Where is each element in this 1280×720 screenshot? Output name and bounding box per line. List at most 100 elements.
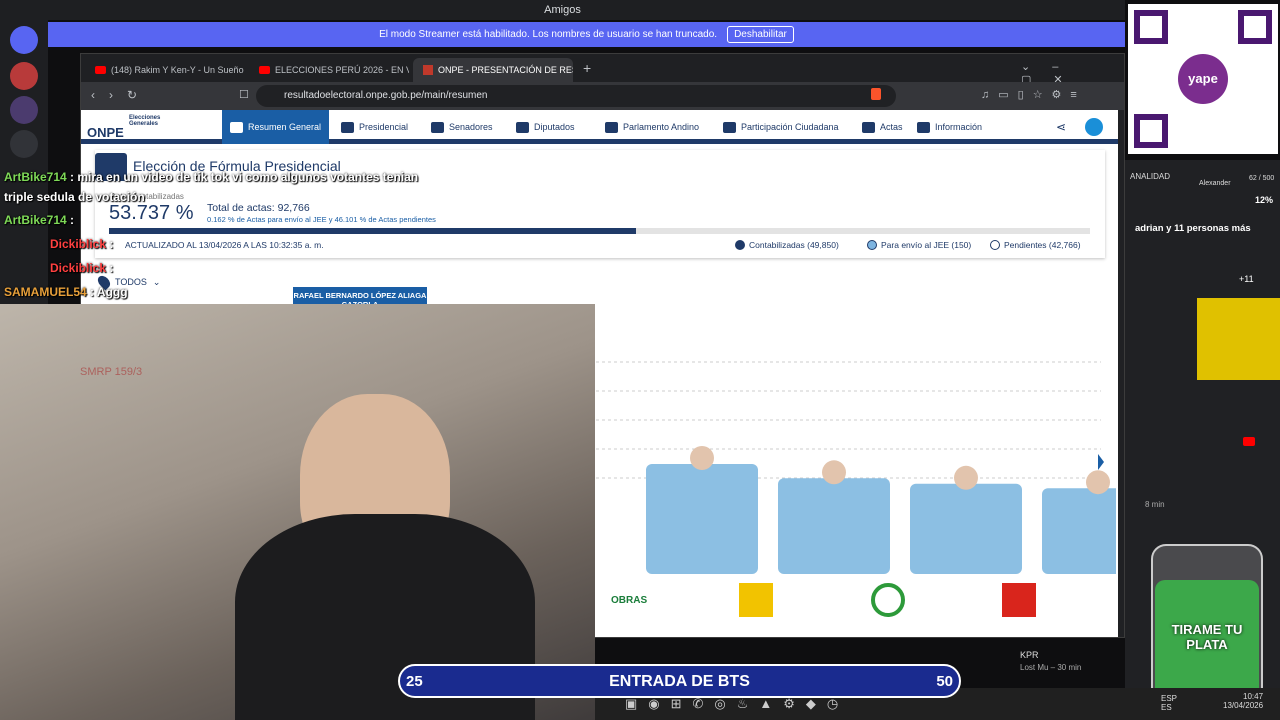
- chart-bar[interactable]: [910, 483, 1022, 574]
- address-bar-row: ‹›↻ ☐ resultadoelectoral.onpe.gob.pe/mai…: [81, 82, 1124, 110]
- legend-pendientes: Pendientes (42,766): [990, 240, 1081, 250]
- url-field[interactable]: resultadoelectoral.onpe.gob.pe/main/resu…: [256, 85, 896, 107]
- tab-label: ELECCIONES PERÚ 2026 - EN VIVO -: [275, 65, 409, 75]
- server-icon[interactable]: [10, 96, 38, 124]
- results-bar-chart: [596, 361, 1116, 574]
- legend-dot-icon: [735, 240, 745, 250]
- nav-label: Diputados: [534, 122, 575, 132]
- plus-count: +11: [1239, 274, 1254, 284]
- share-icon[interactable]: ⋖: [1056, 120, 1066, 134]
- tab-label: (148) Rakim Y Ken-Y - Un Sueño | Ga: [111, 65, 245, 75]
- updated-timestamp: ACTUALIZADO AL 13/04/2026 A LAS 10:32:35…: [125, 240, 324, 250]
- chat-user: Dickiblick: [50, 237, 107, 251]
- clock-date: 13/04/2026: [1223, 701, 1264, 710]
- legend-contabilizadas: Contabilizadas (49,850): [735, 240, 839, 250]
- chat-line: Dickiblick :: [50, 237, 114, 251]
- discord-title: Amigos: [544, 4, 581, 16]
- server-icon[interactable]: [10, 62, 38, 90]
- grid-icon: [230, 121, 243, 133]
- accessibility-icon[interactable]: [1085, 118, 1103, 136]
- seal-icon: [341, 121, 354, 133]
- qr-finder: [1238, 10, 1272, 44]
- browser-tab[interactable]: (148) Rakim Y Ken-Y - Un Sueño | Ga: [85, 58, 245, 82]
- party-logo-icon: [871, 583, 905, 617]
- lang-text: ESP: [1161, 694, 1178, 703]
- chart-bar[interactable]: [778, 478, 890, 574]
- onpe-logo[interactable]: ONPE Elecciones Generales: [87, 113, 177, 141]
- nav-participacion[interactable]: Participación Ciudadana: [715, 110, 847, 144]
- candidate-photo: [1086, 470, 1110, 495]
- chat-user: Dickiblick: [50, 261, 107, 275]
- disable-streamer-button[interactable]: Deshabilitar: [727, 26, 794, 43]
- nav-arrows-icon[interactable]: ‹›↻: [91, 88, 151, 102]
- brave-shield-icon[interactable]: [871, 88, 881, 100]
- streamer-mode-banner: El modo Streamer está habilitado. Los no…: [48, 22, 1125, 47]
- streamer-banner-text: El modo Streamer está habilitado. Los no…: [379, 29, 718, 40]
- nav-presidencial[interactable]: Presidencial: [333, 110, 416, 144]
- goal-counter-bar: 25 ENTRADA DE BTS 50: [398, 664, 961, 698]
- chart-next-arrow-icon[interactable]: [1098, 454, 1104, 470]
- chat-line: triple sedula de votación: [4, 190, 145, 204]
- taskbar-icons[interactable]: ▣◉⊞✆◎♨▲⚙◆◷: [625, 696, 849, 712]
- nav-label: Actas: [880, 122, 903, 132]
- chat-text: Aggg: [96, 285, 128, 299]
- actas-detail: 0.162 % de Actas para envío al JEE y 46.…: [207, 215, 436, 224]
- taskbar-clock[interactable]: 10:47 13/04/2026: [1223, 692, 1263, 710]
- discord-home-icon[interactable]: [10, 26, 38, 54]
- congress-icon: [516, 121, 529, 133]
- nav-parlamento-andino[interactable]: Parlamento Andino: [597, 110, 707, 144]
- viewer-percent: 12%: [1255, 195, 1274, 205]
- dog-sticker: [1197, 298, 1280, 380]
- nav-senadores[interactable]: Senadores: [423, 110, 501, 144]
- nav-diputados[interactable]: Diputados: [508, 110, 583, 144]
- nav-label: Participación Ciudadana: [741, 122, 839, 132]
- legend-label: Contabilizadas (49,850): [749, 240, 839, 250]
- chat-user: SAMAMUEL54: [4, 285, 87, 299]
- youtube-icon[interactable]: [1243, 437, 1255, 446]
- clock-time: 10:47: [1243, 692, 1264, 701]
- actas-total: Total de actas: 92,766: [207, 202, 310, 214]
- legend-label: Para envío al JEE (150): [881, 240, 972, 250]
- chat-line: ArtBike714 : mira en un video de tik tok…: [4, 170, 419, 184]
- notification-text: adrian y 11 personas más: [1135, 223, 1251, 234]
- chat-user: ArtBike714: [4, 170, 67, 184]
- election-summary-card: Elección de Fórmula Presidencial Actas c…: [95, 150, 1105, 258]
- logo-subtitle: Elecciones Generales: [129, 115, 161, 127]
- nav-label: Información: [935, 122, 983, 132]
- tab-label: ONPE - PRESENTACIÓN DE RESU: [438, 65, 573, 75]
- youtube-icon: [259, 66, 270, 74]
- viewer-count: 62 / 500: [1249, 175, 1275, 182]
- nav-resumen-general[interactable]: Resumen General: [222, 110, 330, 144]
- candidate-photo: [822, 460, 846, 485]
- nav-label: Presidencial: [359, 122, 409, 132]
- nav-actas[interactable]: Actas: [854, 110, 911, 144]
- chevron-down-icon: ⌄: [152, 276, 161, 287]
- counter-right: 50: [936, 673, 953, 690]
- senate-icon: [431, 121, 444, 133]
- legend-dot-icon: [867, 240, 877, 250]
- check-icon: [862, 121, 875, 133]
- discord-titlebar: Amigos: [0, 0, 1125, 20]
- onpe-navbar: ONPE Elecciones Generales Resumen Genera…: [81, 110, 1118, 144]
- region-text: ES: [1161, 703, 1172, 712]
- people-icon: [723, 121, 736, 133]
- yape-qr-code: yape: [1128, 4, 1278, 154]
- browser-tab-active[interactable]: ONPE - PRESENTACIÓN DE RESU ✕: [413, 58, 573, 82]
- chat-text: mira en un video de tik tok vi como algu…: [77, 170, 419, 184]
- nav-informacion[interactable]: Información: [909, 110, 990, 144]
- legend-jee: Para envío al JEE (150): [867, 240, 971, 250]
- new-tab-icon[interactable]: +: [583, 60, 591, 76]
- party-label-obras: OBRAS: [611, 595, 648, 606]
- extensions-icon[interactable]: ♫▭▯☆⚙≡: [981, 88, 1086, 101]
- nav-label: Resumen General: [248, 122, 322, 132]
- chart-bar[interactable]: [646, 464, 758, 574]
- party-logo-icon: [739, 583, 773, 617]
- bookmark-icon[interactable]: ☐: [239, 88, 249, 101]
- kpr-name: KPR: [1020, 650, 1039, 660]
- taskbar-lang[interactable]: ESP ES: [1161, 694, 1177, 712]
- progress-fill: [109, 228, 636, 234]
- browser-tab[interactable]: ELECCIONES PERÚ 2026 - EN VIVO -: [249, 58, 409, 82]
- server-icon[interactable]: [10, 130, 38, 158]
- chart-bar[interactable]: [1042, 488, 1116, 574]
- chat-user: ArtBike714: [4, 213, 67, 227]
